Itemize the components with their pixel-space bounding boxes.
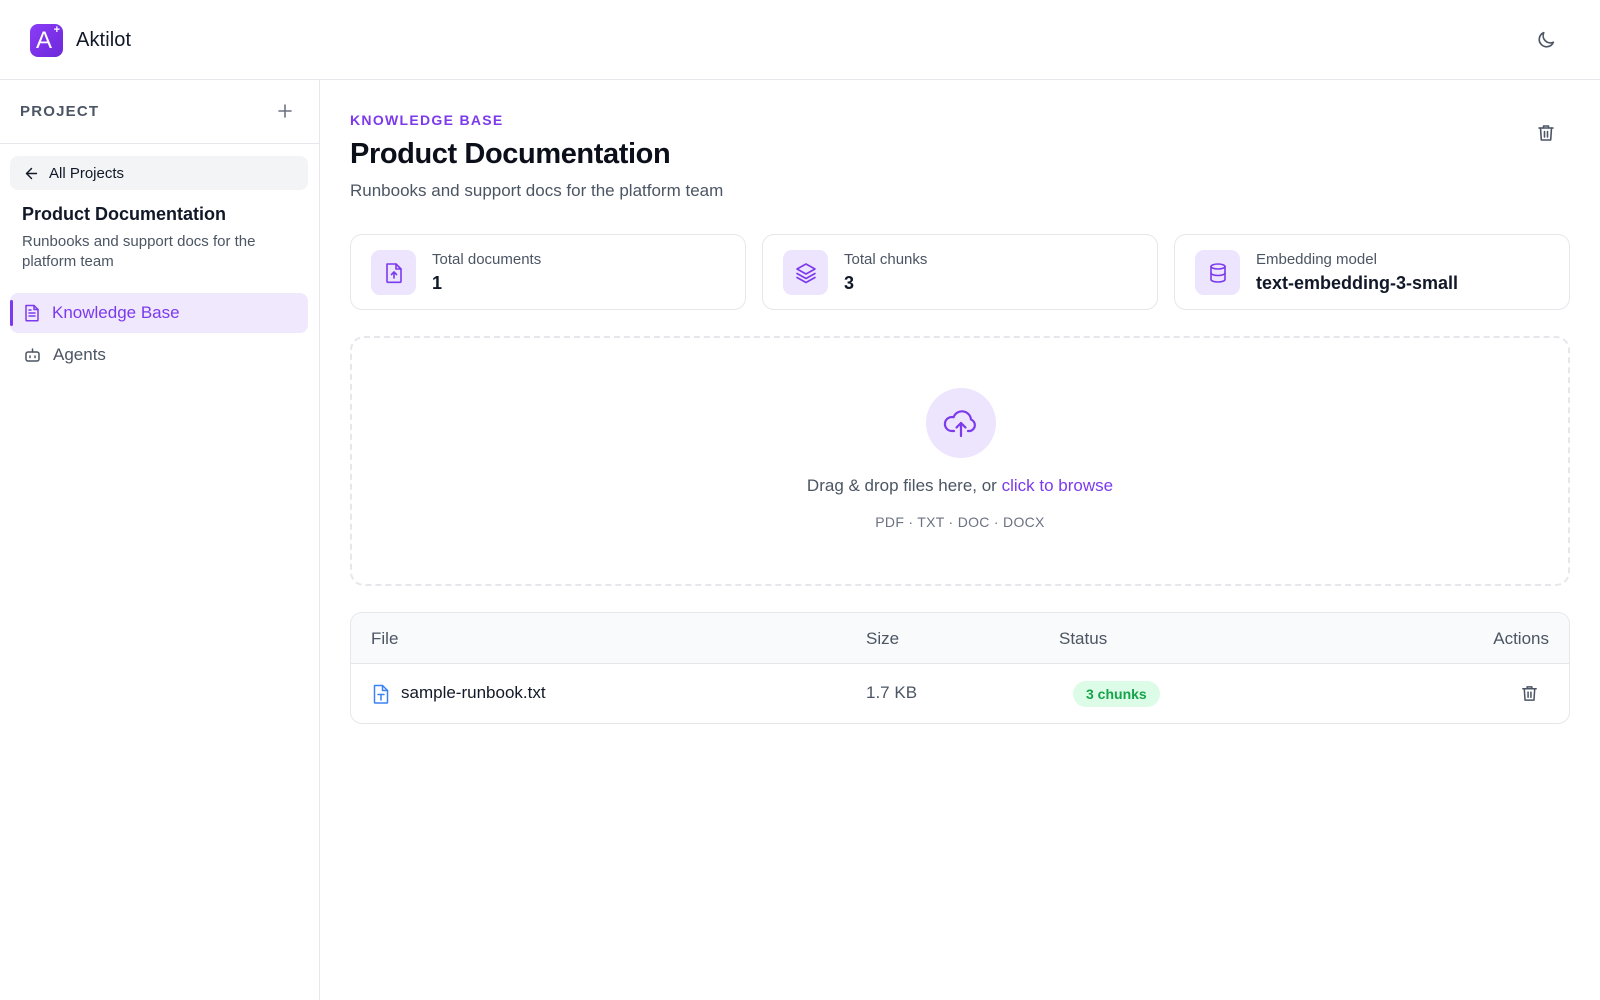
document-icon [24, 304, 40, 322]
stats-row: Total documents 1 Total chunks 3 Embeddi… [350, 234, 1570, 310]
stat-value: 1 [432, 273, 443, 293]
all-projects-button[interactable]: All Projects [10, 156, 308, 190]
stat-label: Total documents [432, 251, 542, 268]
dropzone-text: Drag & drop files here, or [806, 476, 1002, 495]
project-description: Runbooks and support docs for the platfo… [22, 233, 256, 270]
file-upload-icon [371, 250, 416, 295]
browse-link[interactable]: click to browse [1002, 476, 1113, 495]
brand[interactable]: A + Aktilot [30, 24, 131, 57]
bot-icon [24, 347, 41, 363]
database-icon [1195, 250, 1240, 295]
all-projects-label: All Projects [49, 164, 125, 182]
documents-table: File Size Status Actions sample-runbook.… [350, 612, 1570, 724]
sidebar-header: PROJECT [0, 80, 319, 144]
column-header-actions: Actions [1493, 629, 1549, 648]
sidebar-item-agents[interactable]: Agents [10, 335, 308, 375]
sidebar: PROJECT All Projects Product Documentati… [0, 80, 320, 1000]
column-header-file: File [371, 629, 399, 648]
status-badge: 3 chunks [1073, 681, 1160, 707]
app-logo: A + [30, 24, 63, 57]
sidebar-item-label: Knowledge Base [52, 303, 180, 322]
column-header-size: Size [866, 629, 900, 648]
stat-card-embedding-model: Embedding model text-embedding-3-small [1174, 234, 1570, 310]
stat-label: Embedding model [1256, 251, 1377, 268]
layers-icon [783, 250, 828, 295]
dropzone-instructions: Drag & drop files here, or click to brow… [352, 476, 1568, 496]
app-name: Aktilot [76, 29, 132, 51]
trash-icon[interactable] [1536, 123, 1556, 143]
accepted-file-types: PDF · TXT · DOC · DOCX [875, 514, 1045, 530]
stat-label: Total chunks [844, 251, 928, 268]
moon-icon[interactable] [1535, 29, 1557, 51]
file-size: 1.7 KB [866, 683, 918, 702]
main-content: KNOWLEDGE BASE Product Documentation Run… [350, 80, 1570, 1000]
sidebar-section-label: PROJECT [20, 103, 100, 120]
plus-icon[interactable] [276, 102, 294, 120]
logo-letter: A [36, 27, 53, 54]
file-text-icon [372, 684, 390, 704]
table-header: File Size Status Actions [351, 613, 1569, 664]
file-name[interactable]: sample-runbook.txt [401, 683, 546, 703]
page-title: Product Documentation [350, 138, 671, 170]
table-row: sample-runbook.txt 1.7 KB 3 chunks [351, 664, 1569, 723]
sidebar-item-label: Agents [53, 345, 106, 364]
stat-value: 3 [844, 273, 855, 293]
trash-icon[interactable] [1520, 684, 1539, 703]
section-eyebrow: KNOWLEDGE BASE [350, 112, 504, 128]
project-title: Product Documentation [22, 204, 227, 224]
arrow-left-icon [23, 165, 40, 182]
top-bar: A + Aktilot [0, 0, 1600, 80]
file-dropzone[interactable]: Drag & drop files here, or click to brow… [350, 336, 1570, 586]
stat-card-chunks: Total chunks 3 [762, 234, 1158, 310]
stat-card-documents: Total documents 1 [350, 234, 746, 310]
page-description: Runbooks and support docs for the platfo… [350, 181, 724, 200]
column-header-status: Status [1059, 629, 1108, 648]
logo-plus: + [53, 24, 60, 36]
cloud-upload-icon [926, 388, 996, 458]
stat-value: text-embedding-3-small [1256, 273, 1459, 293]
sidebar-item-knowledge-base[interactable]: Knowledge Base [10, 293, 308, 333]
